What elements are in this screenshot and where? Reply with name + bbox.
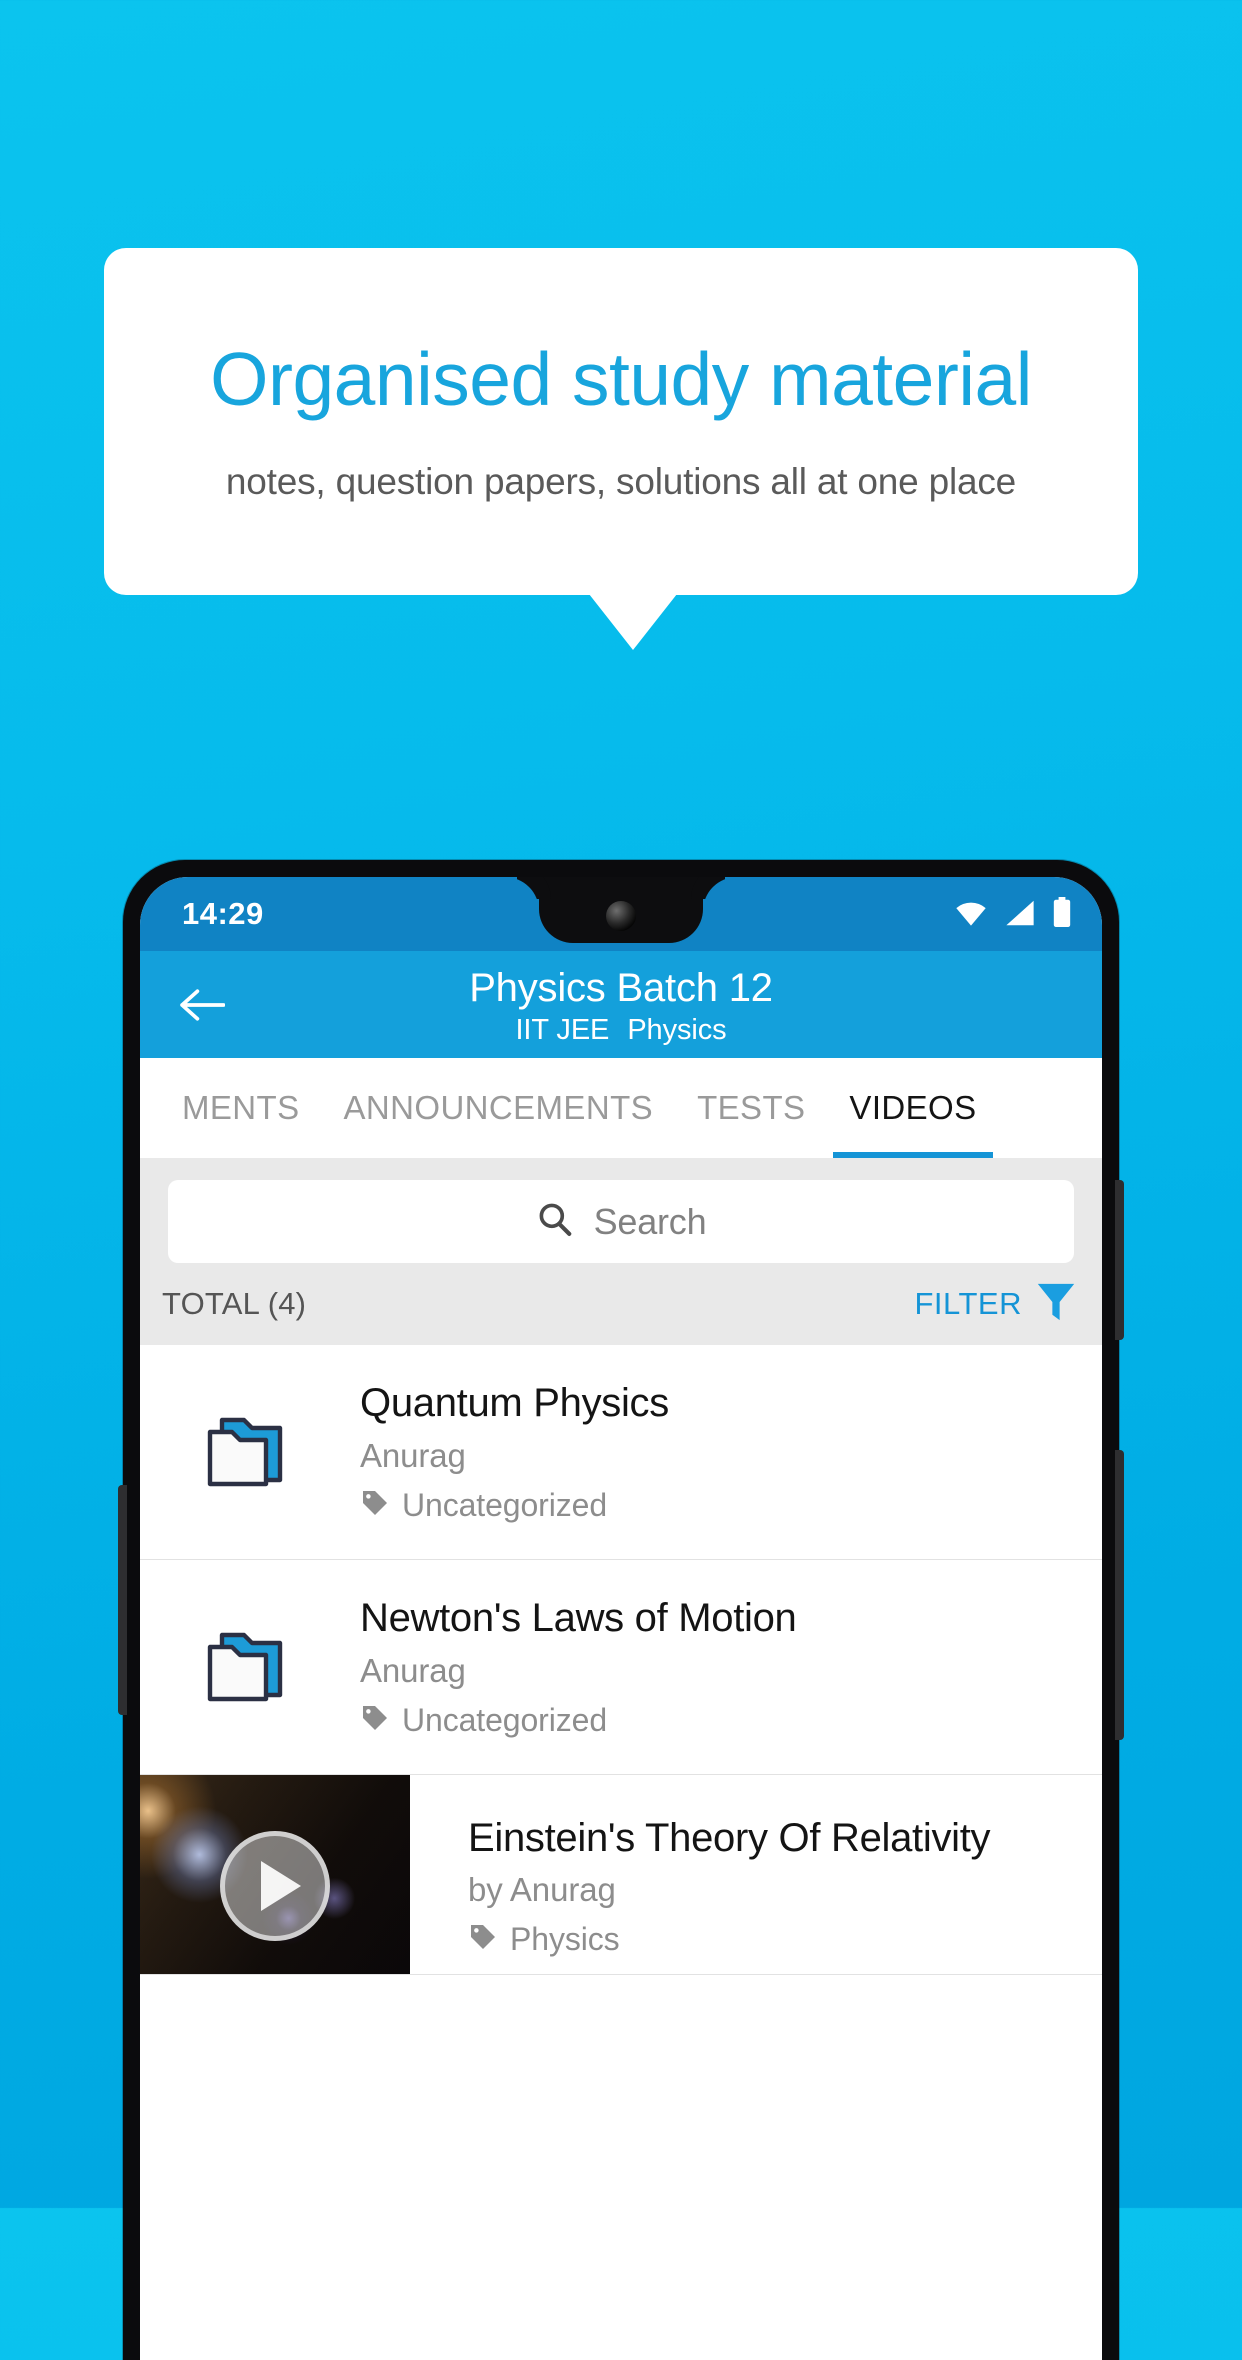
status-clock: 14:29 xyxy=(182,896,264,931)
promo-card: Organised study material notes, question… xyxy=(104,248,1138,595)
breadcrumb-subject: Physics xyxy=(627,1014,727,1046)
front-camera xyxy=(606,901,636,931)
tab-tests[interactable]: TESTS xyxy=(675,1058,827,1158)
tab-bar: MENTS ANNOUNCEMENTS TESTS VIDEOS xyxy=(140,1058,1102,1158)
list-item-tag-label: Uncategorized xyxy=(402,1486,608,1523)
list-item-author: Anurag xyxy=(360,1436,466,1474)
list-item-tag-label: Uncategorized xyxy=(402,1701,608,1738)
phone-power-button[interactable] xyxy=(1115,1450,1124,1740)
content-list: Quantum Physics Anurag Uncategorized New… xyxy=(140,1345,1102,1975)
wifi-icon xyxy=(954,899,988,932)
signal-icon xyxy=(1005,899,1035,932)
list-item-text: Einstein's Theory Of Relativity by Anura… xyxy=(410,1775,1102,1974)
video-thumbnail[interactable] xyxy=(140,1775,410,1974)
search-input[interactable]: Search xyxy=(168,1180,1074,1263)
list-item-tag: Uncategorized xyxy=(360,1487,1078,1524)
phone-volume-button[interactable] xyxy=(1115,1180,1124,1340)
list-item-tag: Physics xyxy=(468,1921,1088,1958)
search-icon xyxy=(536,1200,574,1243)
tag-icon xyxy=(360,1488,390,1523)
play-icon[interactable] xyxy=(220,1831,330,1942)
filter-button[interactable]: FILTER xyxy=(915,1280,1077,1329)
breadcrumb: IIT JEE Physics xyxy=(140,1014,1102,1047)
app-bar: Physics Batch 12 IIT JEE Physics xyxy=(140,951,1102,1058)
list-item-tag: Uncategorized xyxy=(360,1702,1078,1739)
play-triangle xyxy=(261,1861,301,1912)
list-item[interactable]: Quantum Physics Anurag Uncategorized xyxy=(140,1345,1102,1560)
battery-icon xyxy=(1052,896,1072,932)
tab-assignments[interactable]: MENTS xyxy=(160,1058,322,1158)
list-item-author: by Anurag xyxy=(468,1871,616,1909)
tab-announcements[interactable]: ANNOUNCEMENTS xyxy=(322,1058,676,1158)
folder-icon xyxy=(140,1408,360,1496)
status-icons xyxy=(954,896,1072,932)
tag-icon xyxy=(468,1922,498,1957)
camera-notch xyxy=(539,877,703,943)
list-item-title: Einstein's Theory Of Relativity xyxy=(468,1816,991,1860)
list-item-title: Newton's Laws of Motion xyxy=(360,1596,797,1641)
list-item[interactable]: Newton's Laws of Motion Anurag Uncategor… xyxy=(140,1560,1102,1775)
phone-mockup: 14:29 Physics Batch 12 IIT JEE Physics M… xyxy=(118,860,1124,2360)
phone-bezel: 14:29 Physics Batch 12 IIT JEE Physics M… xyxy=(140,877,1102,2360)
phone-screen: 14:29 Physics Batch 12 IIT JEE Physics M… xyxy=(140,877,1102,2360)
status-bar: 14:29 xyxy=(140,877,1102,951)
page-title: Physics Batch 12 xyxy=(469,966,773,1010)
app-bar-titles: Physics Batch 12 IIT JEE Physics xyxy=(140,962,1102,1047)
promo-subtitle: notes, question papers, solutions all at… xyxy=(225,460,1017,502)
promo-title: Organised study material xyxy=(210,337,1032,422)
list-item[interactable]: Einstein's Theory Of Relativity by Anura… xyxy=(140,1775,1102,1975)
list-item-title: Quantum Physics xyxy=(360,1381,669,1426)
list-item-text: Newton's Laws of Motion Anurag Uncategor… xyxy=(360,1595,1092,1738)
tab-videos[interactable]: VIDEOS xyxy=(827,1058,998,1158)
filter-funnel-icon xyxy=(1036,1280,1076,1329)
filter-label: FILTER xyxy=(914,1286,1022,1321)
folder-icon xyxy=(140,1623,360,1711)
phone-left-button[interactable] xyxy=(118,1485,127,1715)
total-count-label: TOTAL (4) xyxy=(162,1286,307,1321)
list-item-tag-label: Physics xyxy=(510,1921,620,1958)
search-placeholder: Search xyxy=(593,1200,707,1242)
list-item-author: Anurag xyxy=(360,1651,466,1689)
list-item-text: Quantum Physics Anurag Uncategorized xyxy=(360,1380,1092,1523)
list-toolbar: TOTAL (4) FILTER xyxy=(140,1263,1102,1345)
back-arrow-icon[interactable] xyxy=(176,979,228,1031)
breadcrumb-exam: IIT JEE xyxy=(515,1014,610,1046)
search-area: Search xyxy=(140,1158,1102,1263)
tag-icon xyxy=(360,1703,390,1738)
promo-bubble-tail xyxy=(589,594,677,650)
